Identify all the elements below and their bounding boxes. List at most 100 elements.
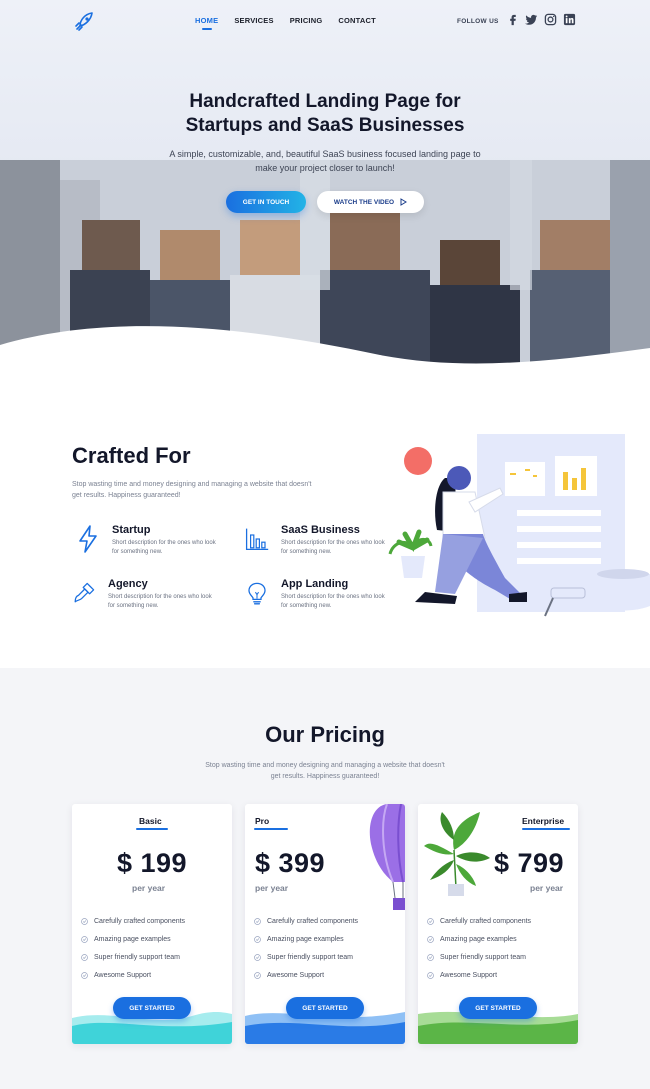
list-item: Super friendly support team (427, 948, 577, 966)
hero-title: Handcrafted Landing Page for Startups an… (0, 90, 650, 138)
list-item: Amazing page examples (254, 930, 404, 948)
pricing-card-enterprise: Enterprise $ 799 per year Carefully craf… (418, 804, 578, 1044)
facebook-icon[interactable] (506, 13, 519, 26)
get-started-button[interactable]: GET STARTED (459, 997, 537, 1019)
nav-link-services[interactable]: SERVICES (234, 16, 273, 25)
hero-subtitle: A simple, customizable, and, beautiful S… (169, 149, 481, 173)
pricing-card-basic: Basic $ 199 per year Carefully crafted c… (72, 804, 232, 1044)
feature-description: Short description for the ones who look … (108, 594, 212, 609)
check-icon (254, 917, 261, 925)
pricing-description: Stop wasting time and money designing an… (205, 762, 445, 780)
watch-video-button[interactable]: WATCH THE VIDEO (317, 191, 424, 213)
check-icon (427, 953, 434, 961)
potted-plant-icon (424, 812, 490, 896)
hot-air-balloon-icon (369, 804, 405, 910)
check-icon (81, 971, 88, 979)
plan-underline (254, 828, 288, 830)
hero-title-line-1: Handcrafted Landing Page for (189, 91, 461, 112)
feature-title: Agency (108, 578, 148, 590)
plan-price: $ 199 (117, 848, 188, 878)
feature-text: Super friendly support team (267, 953, 353, 961)
check-icon (81, 917, 88, 925)
plan-name: Basic (139, 816, 162, 826)
lightbulb-icon (248, 582, 266, 605)
list-item: Carefully crafted components (254, 912, 404, 930)
feature-text: Super friendly support team (440, 953, 526, 961)
feature-title: SaaS Business (281, 524, 360, 536)
feature-text: Amazing page examples (440, 935, 517, 943)
pricing-title: Our Pricing (265, 722, 385, 747)
twitter-icon[interactable] (525, 13, 538, 26)
get-started-button[interactable]: GET STARTED (113, 997, 191, 1019)
rocket-logo-icon[interactable] (72, 10, 96, 34)
plan-period: per year (255, 883, 289, 893)
check-icon (254, 971, 261, 979)
feature-description: Short description for the ones who look … (281, 594, 385, 609)
plan-underline (136, 828, 168, 830)
plan-price: $ 399 (255, 848, 326, 878)
feature-text: Carefully crafted components (94, 917, 186, 925)
feature-text: Carefully crafted components (440, 917, 532, 925)
list-item: Awesome Support (81, 966, 231, 984)
plan-feature-list: Carefully crafted components Amazing pag… (254, 912, 404, 984)
get-started-button[interactable]: GET STARTED (286, 997, 364, 1019)
list-item: Awesome Support (427, 966, 577, 984)
feature-description: Short description for the ones who look … (281, 540, 385, 555)
play-icon (400, 198, 408, 206)
list-item: Amazing page examples (427, 930, 577, 948)
watch-video-label: WATCH THE VIDEO (333, 198, 395, 206)
feature-text: Amazing page examples (267, 935, 344, 943)
feature-title: Startup (112, 524, 151, 536)
feature-text: Carefully crafted components (267, 917, 359, 925)
check-icon (254, 953, 261, 961)
nav-links: HOME SERVICES PRICING CONTACT (195, 16, 376, 30)
top-nav: HOME SERVICES PRICING CONTACT FOLLOW US (0, 10, 650, 34)
plan-price: $ 799 (494, 848, 565, 878)
feature-text: Amazing page examples (94, 935, 171, 943)
paint-brush-icon (74, 582, 95, 603)
crafted-for-description: Stop wasting time and money designing an… (72, 481, 312, 499)
list-item: Carefully crafted components (427, 912, 577, 930)
plan-period: per year (530, 883, 564, 893)
feature-agency: Agency Short description for the ones wh… (72, 578, 222, 618)
feature-text: Super friendly support team (94, 953, 180, 961)
linkedin-icon[interactable] (563, 13, 576, 26)
pricing-card-pro: Pro $ 399 per year Carefully crafted com… (245, 804, 405, 1044)
list-item: Awesome Support (254, 966, 404, 984)
feature-text: Awesome Support (94, 971, 152, 979)
crafted-for-title: Crafted For (72, 443, 191, 468)
feature-app-landing: App Landing Short description for the on… (245, 578, 395, 618)
hero-title-line-2: Startups and SaaS Businesses (185, 115, 465, 136)
feature-text: Awesome Support (267, 971, 325, 979)
list-item: Super friendly support team (254, 948, 404, 966)
check-icon (81, 935, 88, 943)
follow-us-label: FOLLOW US (457, 18, 499, 25)
plan-name: Pro (255, 816, 270, 826)
hero-wave-divider (0, 326, 650, 380)
plan-name: Enterprise (522, 816, 565, 826)
nav-link-contact[interactable]: CONTACT (338, 16, 376, 25)
plan-feature-list: Carefully crafted components Amazing pag… (81, 912, 231, 984)
check-icon (427, 971, 434, 979)
list-item: Amazing page examples (81, 930, 231, 948)
feature-text: Awesome Support (440, 971, 498, 979)
hero-section: HOME SERVICES PRICING CONTACT FOLLOW US (0, 0, 650, 380)
designer-illustration (388, 434, 650, 617)
feature-description: Short description for the ones who look … (112, 540, 216, 555)
plan-feature-list: Carefully crafted components Amazing pag… (427, 912, 577, 984)
plan-period: per year (132, 883, 166, 893)
feature-title: App Landing (281, 578, 349, 590)
nav-link-home[interactable]: HOME (195, 16, 218, 30)
social-links (506, 13, 576, 26)
instagram-icon[interactable] (544, 13, 557, 26)
feature-startup: Startup Short description for the ones w… (76, 524, 226, 564)
plan-underline (522, 828, 570, 830)
lightning-icon (79, 525, 97, 553)
list-item: Super friendly support team (81, 948, 231, 966)
check-icon (254, 935, 261, 943)
check-icon (81, 953, 88, 961)
nav-link-pricing[interactable]: PRICING (290, 16, 323, 25)
feature-saas-business: SaaS Business Short description for the … (245, 524, 395, 564)
check-icon (427, 917, 434, 925)
get-in-touch-button[interactable]: GET IN TOUCH (226, 191, 306, 213)
